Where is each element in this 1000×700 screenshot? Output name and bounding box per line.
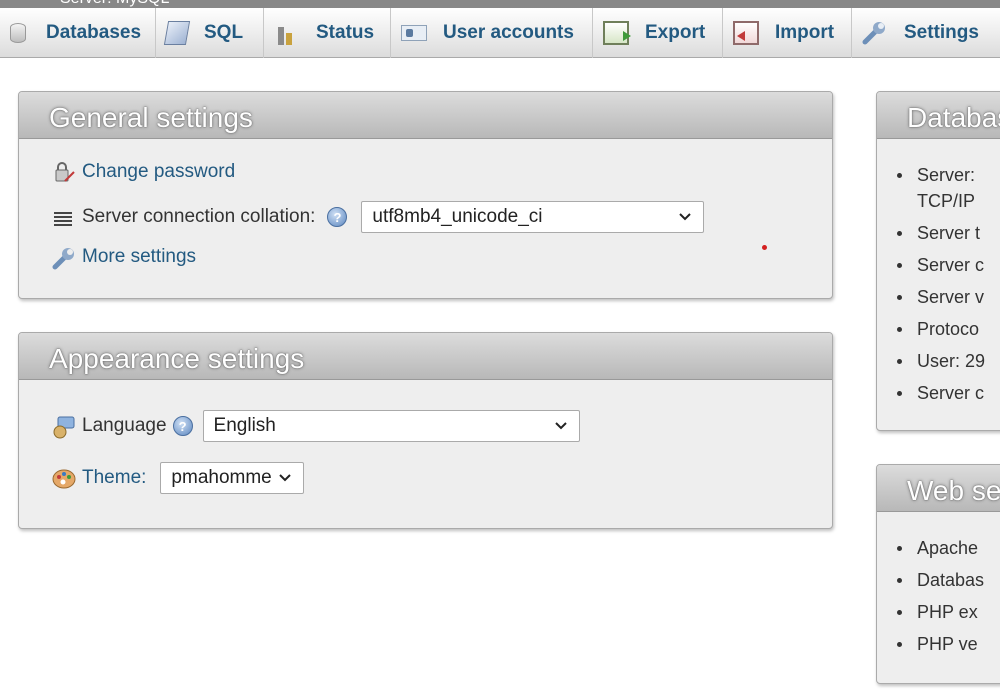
chevron-down-icon bbox=[554, 422, 567, 430]
appearance-settings-title: Appearance settings bbox=[19, 333, 832, 380]
list-item: TCP/IP bbox=[917, 191, 976, 211]
theme-row: Theme: pmahomme bbox=[52, 462, 305, 494]
list-item: Protoco bbox=[877, 313, 1000, 345]
list-item: Databas bbox=[877, 564, 1000, 596]
tab-user-accounts-label: User accounts bbox=[443, 22, 574, 43]
language-label: Language bbox=[82, 415, 167, 436]
chevron-down-icon bbox=[279, 474, 292, 482]
change-password-link[interactable]: Change password bbox=[82, 161, 235, 183]
database-icon bbox=[10, 23, 26, 43]
language-select[interactable]: English bbox=[202, 410, 580, 442]
export-icon bbox=[603, 21, 631, 45]
tab-status[interactable]: Status bbox=[264, 8, 391, 58]
tab-databases-label: Databases bbox=[46, 22, 142, 43]
tab-user-accounts[interactable]: User accounts bbox=[391, 8, 593, 58]
change-password-icon bbox=[52, 161, 75, 183]
tab-export-label: Export bbox=[645, 22, 706, 43]
language-icon bbox=[52, 415, 75, 439]
chevron-down-icon bbox=[679, 213, 692, 221]
top-tab-bar: Databases SQL Status User accounts Expor… bbox=[0, 8, 1000, 58]
general-settings-title: General settings bbox=[19, 92, 832, 139]
theme-select-value: pmahomme bbox=[171, 467, 272, 488]
tab-settings[interactable]: Settings bbox=[852, 8, 1000, 58]
database-server-title: Database server bbox=[877, 92, 1000, 139]
collation-label: Server connection collation: bbox=[82, 206, 316, 227]
tab-status-label: Status bbox=[316, 22, 375, 43]
database-server-list: Server: TCP/IP Server t Server c Server … bbox=[877, 159, 1000, 409]
list-item: PHP ex bbox=[877, 596, 1000, 628]
theme-link[interactable]: Theme: bbox=[82, 467, 146, 489]
user-accounts-icon bbox=[401, 25, 427, 41]
status-icon bbox=[274, 21, 300, 45]
list-item: Server c bbox=[877, 377, 1000, 409]
collation-select-value: utf8mb4_unicode_ci bbox=[372, 206, 543, 227]
change-password-row[interactable]: Change password bbox=[52, 161, 235, 183]
list-item: PHP ve bbox=[877, 628, 1000, 660]
list-item: User: 29 bbox=[877, 345, 1000, 377]
server-breadcrumb-strip: Server: MySQL bbox=[0, 0, 1000, 8]
wrench-icon bbox=[862, 21, 888, 45]
theme-palette-icon bbox=[52, 467, 76, 489]
sql-icon bbox=[163, 21, 191, 45]
tab-import[interactable]: Import bbox=[723, 8, 852, 58]
server-breadcrumb[interactable]: Server: MySQL bbox=[60, 0, 169, 8]
language-select-value: English bbox=[213, 415, 276, 436]
list-item: Apache bbox=[877, 532, 1000, 564]
language-row: Language ? English bbox=[52, 410, 580, 442]
collation-select[interactable]: utf8mb4_unicode_ci bbox=[361, 201, 705, 233]
list-item: Server t bbox=[877, 217, 1000, 249]
more-settings-link[interactable]: More settings bbox=[82, 246, 196, 268]
tab-export[interactable]: Export bbox=[593, 8, 723, 58]
list-item: Server c bbox=[877, 249, 1000, 281]
tab-settings-label: Settings bbox=[904, 22, 979, 43]
tab-sql[interactable]: SQL bbox=[156, 8, 264, 58]
theme-select[interactable]: pmahomme bbox=[160, 462, 305, 494]
web-server-title: Web server bbox=[877, 465, 1000, 512]
red-dot-marker bbox=[762, 245, 767, 250]
web-server-list: Apache Databas PHP ex PHP ve bbox=[877, 532, 1000, 660]
web-server-panel: Web server Apache Databas PHP ex PHP ve bbox=[876, 464, 1000, 684]
tab-sql-label: SQL bbox=[204, 22, 244, 43]
import-icon bbox=[733, 21, 759, 45]
collation-help-icon[interactable]: ? bbox=[327, 207, 348, 227]
database-server-panel: Database server Server: TCP/IP Server t … bbox=[876, 91, 1000, 431]
tab-import-label: Import bbox=[775, 22, 835, 43]
list-item: Server v bbox=[877, 281, 1000, 313]
wrench-icon bbox=[52, 246, 74, 270]
tab-databases[interactable]: Databases bbox=[0, 8, 156, 58]
more-settings-row[interactable]: More settings bbox=[52, 246, 196, 270]
collation-list-icon bbox=[52, 206, 74, 228]
language-help-icon[interactable]: ? bbox=[172, 416, 193, 436]
collation-row: Server connection collation: ? utf8mb4_u… bbox=[52, 201, 705, 233]
